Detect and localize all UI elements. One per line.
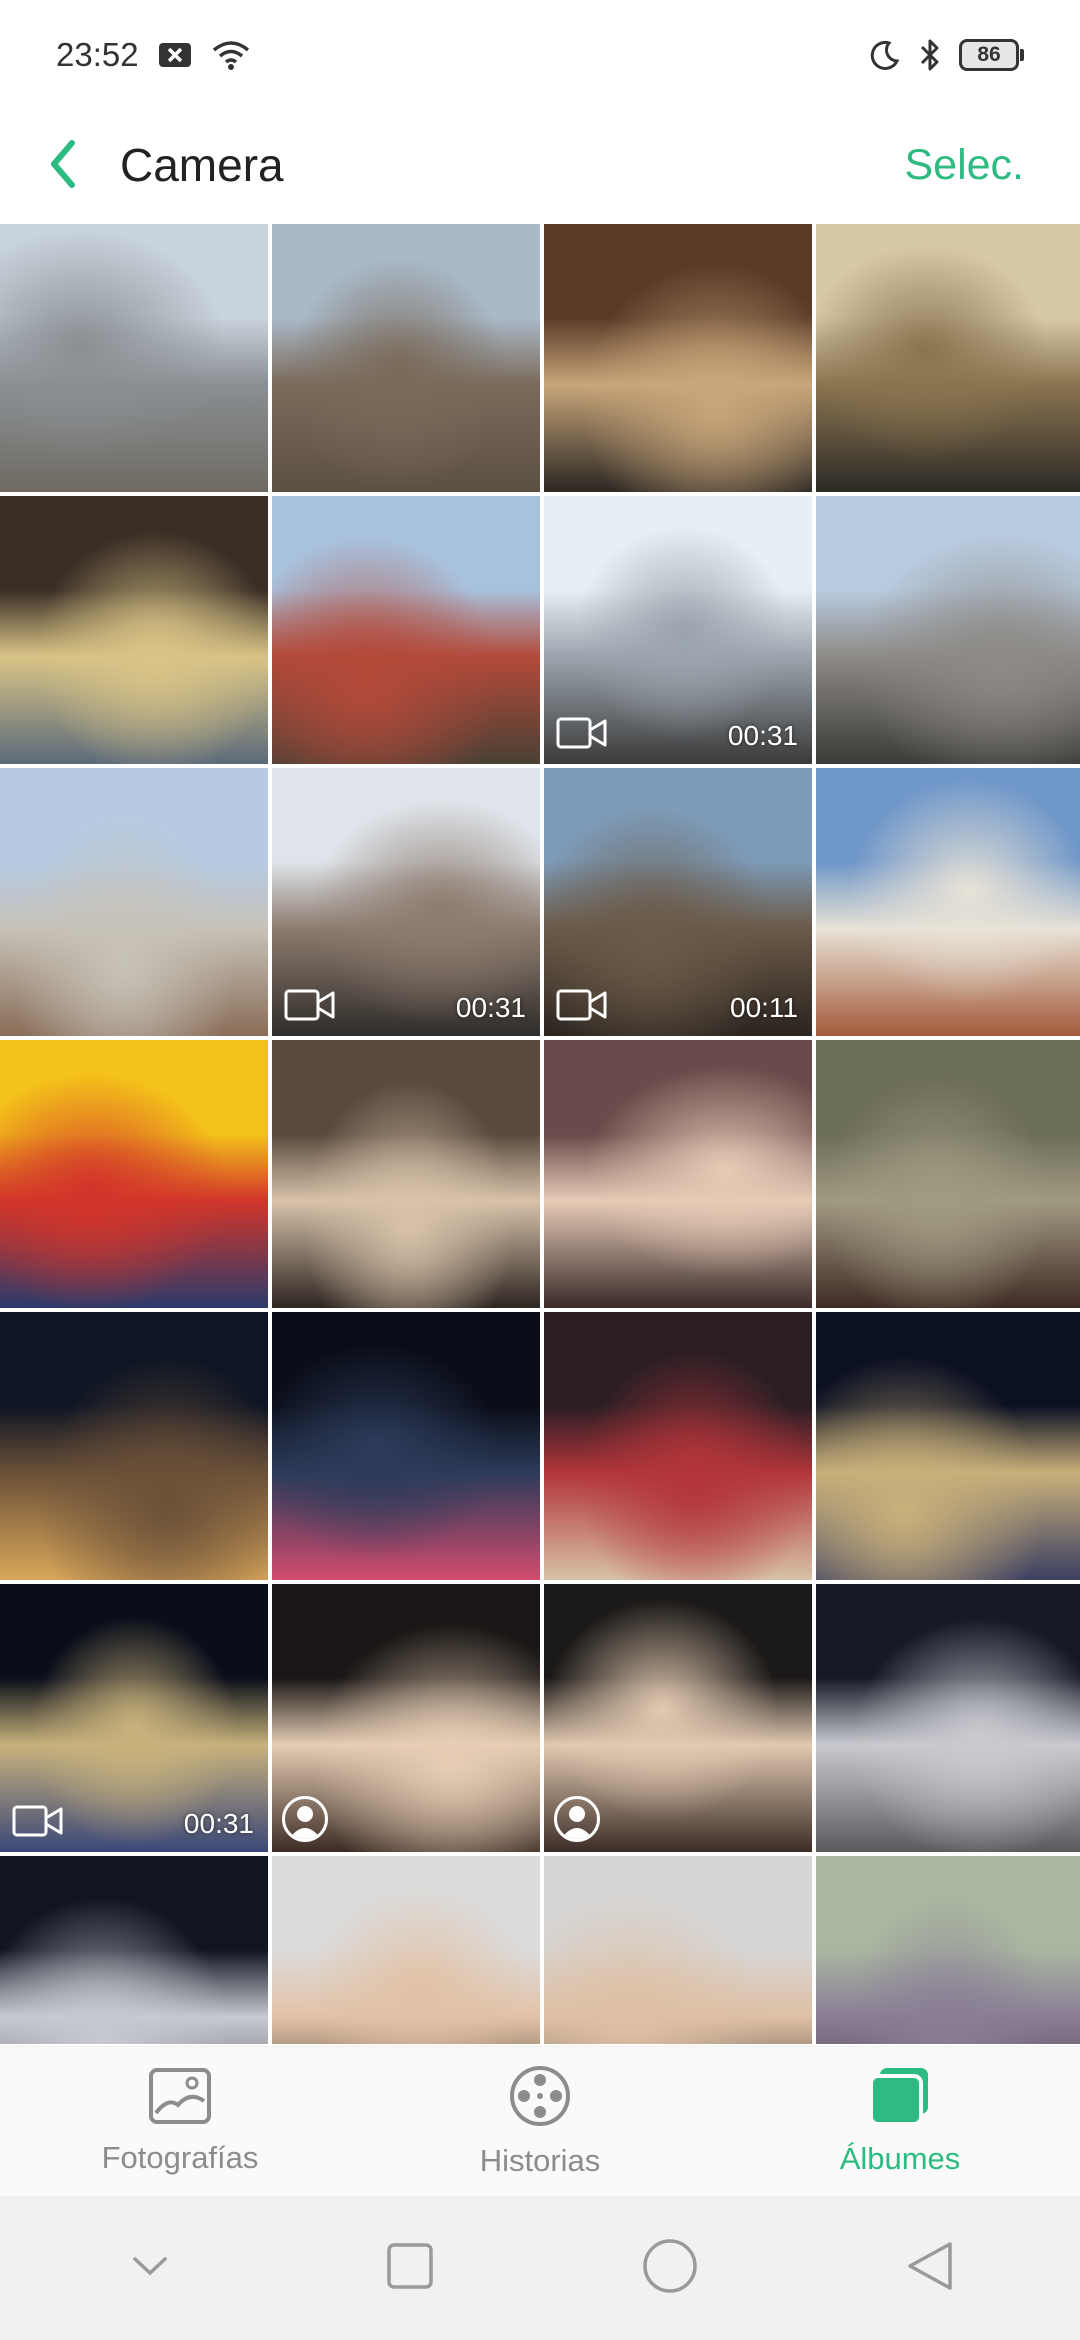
- photo-thumbnail[interactable]: [816, 224, 1080, 492]
- thumbnail-image: [0, 1312, 268, 1580]
- photo-thumbnail[interactable]: [816, 1312, 1080, 1580]
- thumbnail-image: [272, 1312, 540, 1580]
- photo-thumbnail[interactable]: [0, 496, 268, 764]
- nav-back-button[interactable]: [870, 2218, 990, 2318]
- video-camera-icon: [556, 717, 607, 749]
- thumbnail-image: [272, 1856, 540, 2044]
- battery-level: 86: [959, 39, 1019, 71]
- video-camera-icon: [12, 1805, 63, 1837]
- video-thumbnail[interactable]: 00:31: [272, 768, 540, 1036]
- recents-square-icon: [386, 2242, 434, 2295]
- video-camera-icon: [556, 989, 607, 1021]
- portrait-mode-icon: [554, 1796, 600, 1842]
- thumbnail-image: [816, 224, 1080, 492]
- photo-thumbnail[interactable]: [816, 496, 1080, 764]
- photo-thumbnail[interactable]: [816, 768, 1080, 1036]
- status-left: 23:52: [56, 36, 251, 74]
- thumbnail-image: [816, 496, 1080, 764]
- tab-label: Álbumes: [839, 2141, 961, 2176]
- battery-indicator: 86: [959, 39, 1024, 71]
- video-thumbnail[interactable]: 00:11: [544, 768, 812, 1036]
- thumbnail-image: [816, 1856, 1080, 2044]
- photo-thumbnail[interactable]: [816, 1584, 1080, 1852]
- thumbnail-image: [544, 1040, 812, 1308]
- video-thumbnail[interactable]: 00:31: [0, 1584, 268, 1852]
- photo-thumbnail[interactable]: [0, 1312, 268, 1580]
- photo-thumbnail[interactable]: [0, 1856, 268, 2044]
- nav-home-button[interactable]: [610, 2218, 730, 2318]
- photo-thumbnail[interactable]: [272, 1040, 540, 1308]
- photo-icon: [148, 2067, 212, 2130]
- chevron-left-icon: [48, 139, 78, 194]
- photo-thumbnail[interactable]: [544, 1584, 812, 1852]
- status-time: 23:52: [56, 36, 139, 73]
- photo-thumbnail[interactable]: [0, 768, 268, 1036]
- thumbnail-image: [816, 1584, 1080, 1852]
- thumbnail-image: [272, 224, 540, 492]
- thumbnail-image: [544, 1312, 812, 1580]
- photo-thumbnail[interactable]: [272, 1584, 540, 1852]
- nav-recents-button[interactable]: [350, 2218, 470, 2318]
- albums-icon: [868, 2066, 932, 2131]
- bottom-tab-bar: Fotografías Historias Álbumes: [0, 2046, 1080, 2196]
- bluetooth-icon: [919, 38, 941, 72]
- thumbnail-image: [0, 768, 268, 1036]
- home-circle-icon: [642, 2238, 698, 2299]
- video-duration: 00:11: [730, 992, 798, 1023]
- status-bar: 23:52 86: [0, 0, 1080, 110]
- photo-thumbnail[interactable]: [816, 1856, 1080, 2044]
- page-title: Camera: [120, 139, 284, 191]
- photo-thumbnail[interactable]: [272, 1856, 540, 2044]
- tab-fotografias[interactable]: Fotografías: [0, 2047, 360, 2196]
- photo-thumbnail[interactable]: [272, 496, 540, 764]
- video-duration: 00:31: [727, 720, 798, 751]
- photo-thumbnail[interactable]: [544, 224, 812, 492]
- thumbnail-image: [0, 1856, 268, 2044]
- thumbnail-image: [544, 224, 812, 492]
- back-button[interactable]: [38, 126, 88, 206]
- photo-thumbnail[interactable]: [0, 1040, 268, 1308]
- video-duration: 00:31: [183, 1808, 254, 1839]
- photo-grid: 00:31 00:31 00:11 00:31: [0, 224, 1080, 2044]
- thumbnail-image: [0, 224, 268, 492]
- back-triangle-icon: [906, 2240, 954, 2297]
- app-header: Camera Selec.: [0, 110, 1080, 220]
- portrait-mode-icon: [282, 1796, 328, 1842]
- photo-thumbnail[interactable]: [0, 224, 268, 492]
- photo-thumbnail[interactable]: [544, 1312, 812, 1580]
- video-thumbnail[interactable]: 00:31: [544, 496, 812, 764]
- thumbnail-image: [0, 1040, 268, 1308]
- tab-albumes[interactable]: Álbumes: [720, 2047, 1080, 2196]
- tab-historias[interactable]: Historias: [360, 2047, 720, 2196]
- photo-thumbnail[interactable]: [544, 1856, 812, 2044]
- film-reel-icon: [508, 2064, 572, 2133]
- photo-thumbnail[interactable]: [272, 1312, 540, 1580]
- system-nav-bar: [0, 2196, 1080, 2340]
- tab-label: Historias: [479, 2143, 601, 2178]
- select-button[interactable]: Selec.: [904, 110, 1024, 220]
- thumbnail-image: [0, 496, 268, 764]
- thumbnail-image: [272, 1040, 540, 1308]
- wifi-icon: [211, 39, 251, 71]
- thumbnail-image: [816, 1040, 1080, 1308]
- photo-thumbnail[interactable]: [272, 224, 540, 492]
- video-camera-icon: [284, 989, 335, 1021]
- collapse-chevron-icon: [132, 2255, 168, 2282]
- nav-collapse-button[interactable]: [90, 2218, 210, 2318]
- tab-label: Fotografías: [101, 2140, 259, 2175]
- thumbnail-image: [272, 496, 540, 764]
- video-duration: 00:31: [455, 992, 526, 1023]
- thumbnail-image: [816, 768, 1080, 1036]
- photo-thumbnail[interactable]: [816, 1040, 1080, 1308]
- thumbnail-image: [544, 1856, 812, 2044]
- photo-thumbnail[interactable]: [544, 1040, 812, 1308]
- status-right: 86: [869, 38, 1024, 72]
- notification-dismiss-icon: [157, 41, 193, 69]
- thumbnail-image: [816, 1312, 1080, 1580]
- moon-icon: [869, 39, 901, 71]
